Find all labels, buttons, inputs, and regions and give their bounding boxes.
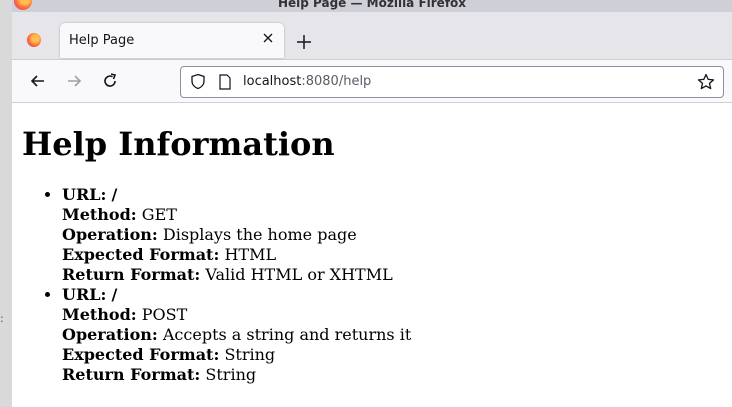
tab-strip: Help Page: [12, 12, 732, 60]
plus-icon[interactable]: [294, 32, 314, 52]
method-row: Method: GET: [62, 205, 411, 225]
nav-toolbar: localhost:8080/help: [12, 60, 732, 103]
reload-icon[interactable]: [100, 71, 120, 91]
star-icon[interactable]: [697, 73, 715, 91]
forward-arrow-icon[interactable]: [64, 71, 84, 91]
expected-format-row: Expected Format: String: [62, 345, 411, 365]
tab-help-page[interactable]: Help Page: [60, 23, 284, 58]
endpoint-list: URL: / Method: GET Operation: Displays t…: [22, 185, 411, 385]
return-format-row: Return Format: String: [62, 365, 411, 385]
page-content: Help Information URL: / Method: GET Oper…: [12, 103, 732, 407]
firefox-view-icon[interactable]: [27, 33, 41, 47]
url-row: URL: /: [62, 285, 411, 305]
field-label: URL:: [62, 185, 107, 204]
page-icon: [219, 74, 231, 90]
url-row: URL: /: [62, 185, 411, 205]
expected-format-value: String: [224, 345, 276, 364]
list-item: URL: / Method: GET Operation: Displays t…: [62, 185, 411, 285]
url-port-path: :8080/help: [301, 74, 372, 89]
operation-row: Operation: Accepts a string and returns …: [62, 325, 411, 345]
url-bar[interactable]: localhost:8080/help: [180, 66, 724, 98]
return-format-value: Valid HTML or XHTML: [205, 265, 393, 284]
desktop-edge: :: [0, 0, 12, 407]
shield-icon[interactable]: [190, 73, 206, 90]
field-label: Expected Format:: [62, 345, 220, 364]
return-format-row: Return Format: Valid HTML or XHTML: [62, 265, 411, 285]
expected-format-value: HTML: [224, 245, 277, 264]
page-heading: Help Information: [22, 125, 335, 163]
url-value: /: [111, 185, 118, 204]
url-host: localhost: [243, 74, 302, 89]
operation-value: Accepts a string and returns it: [162, 325, 412, 344]
method-value: GET: [141, 205, 177, 224]
field-label: Expected Format:: [62, 245, 220, 264]
field-label: URL:: [62, 285, 107, 304]
url-value: /: [111, 285, 118, 304]
method-row: Method: POST: [62, 305, 411, 325]
return-format-value: String: [205, 365, 257, 384]
operation-row: Operation: Displays the home page: [62, 225, 411, 245]
title-bar: Help Page — Mozilla Firefox: [12, 0, 732, 12]
browser-window: Help Page — Mozilla Firefox Help Page lo…: [12, 0, 732, 407]
desktop-glyph: :: [0, 312, 4, 325]
url-text[interactable]: localhost:8080/help: [243, 74, 371, 89]
field-label: Operation:: [62, 325, 158, 344]
operation-value: Displays the home page: [162, 225, 357, 244]
back-arrow-icon[interactable]: [28, 71, 48, 91]
field-label: Operation:: [62, 225, 158, 244]
field-label: Method:: [62, 205, 137, 224]
method-value: POST: [141, 305, 188, 324]
tab-label: Help Page: [69, 33, 135, 48]
expected-format-row: Expected Format: HTML: [62, 245, 411, 265]
field-label: Return Format:: [62, 365, 201, 384]
close-icon[interactable]: [260, 30, 276, 46]
field-label: Return Format:: [62, 265, 201, 284]
field-label: Method:: [62, 305, 137, 324]
window-title: Help Page — Mozilla Firefox: [277, 0, 467, 10]
list-item: URL: / Method: POST Operation: Accepts a…: [62, 285, 411, 385]
